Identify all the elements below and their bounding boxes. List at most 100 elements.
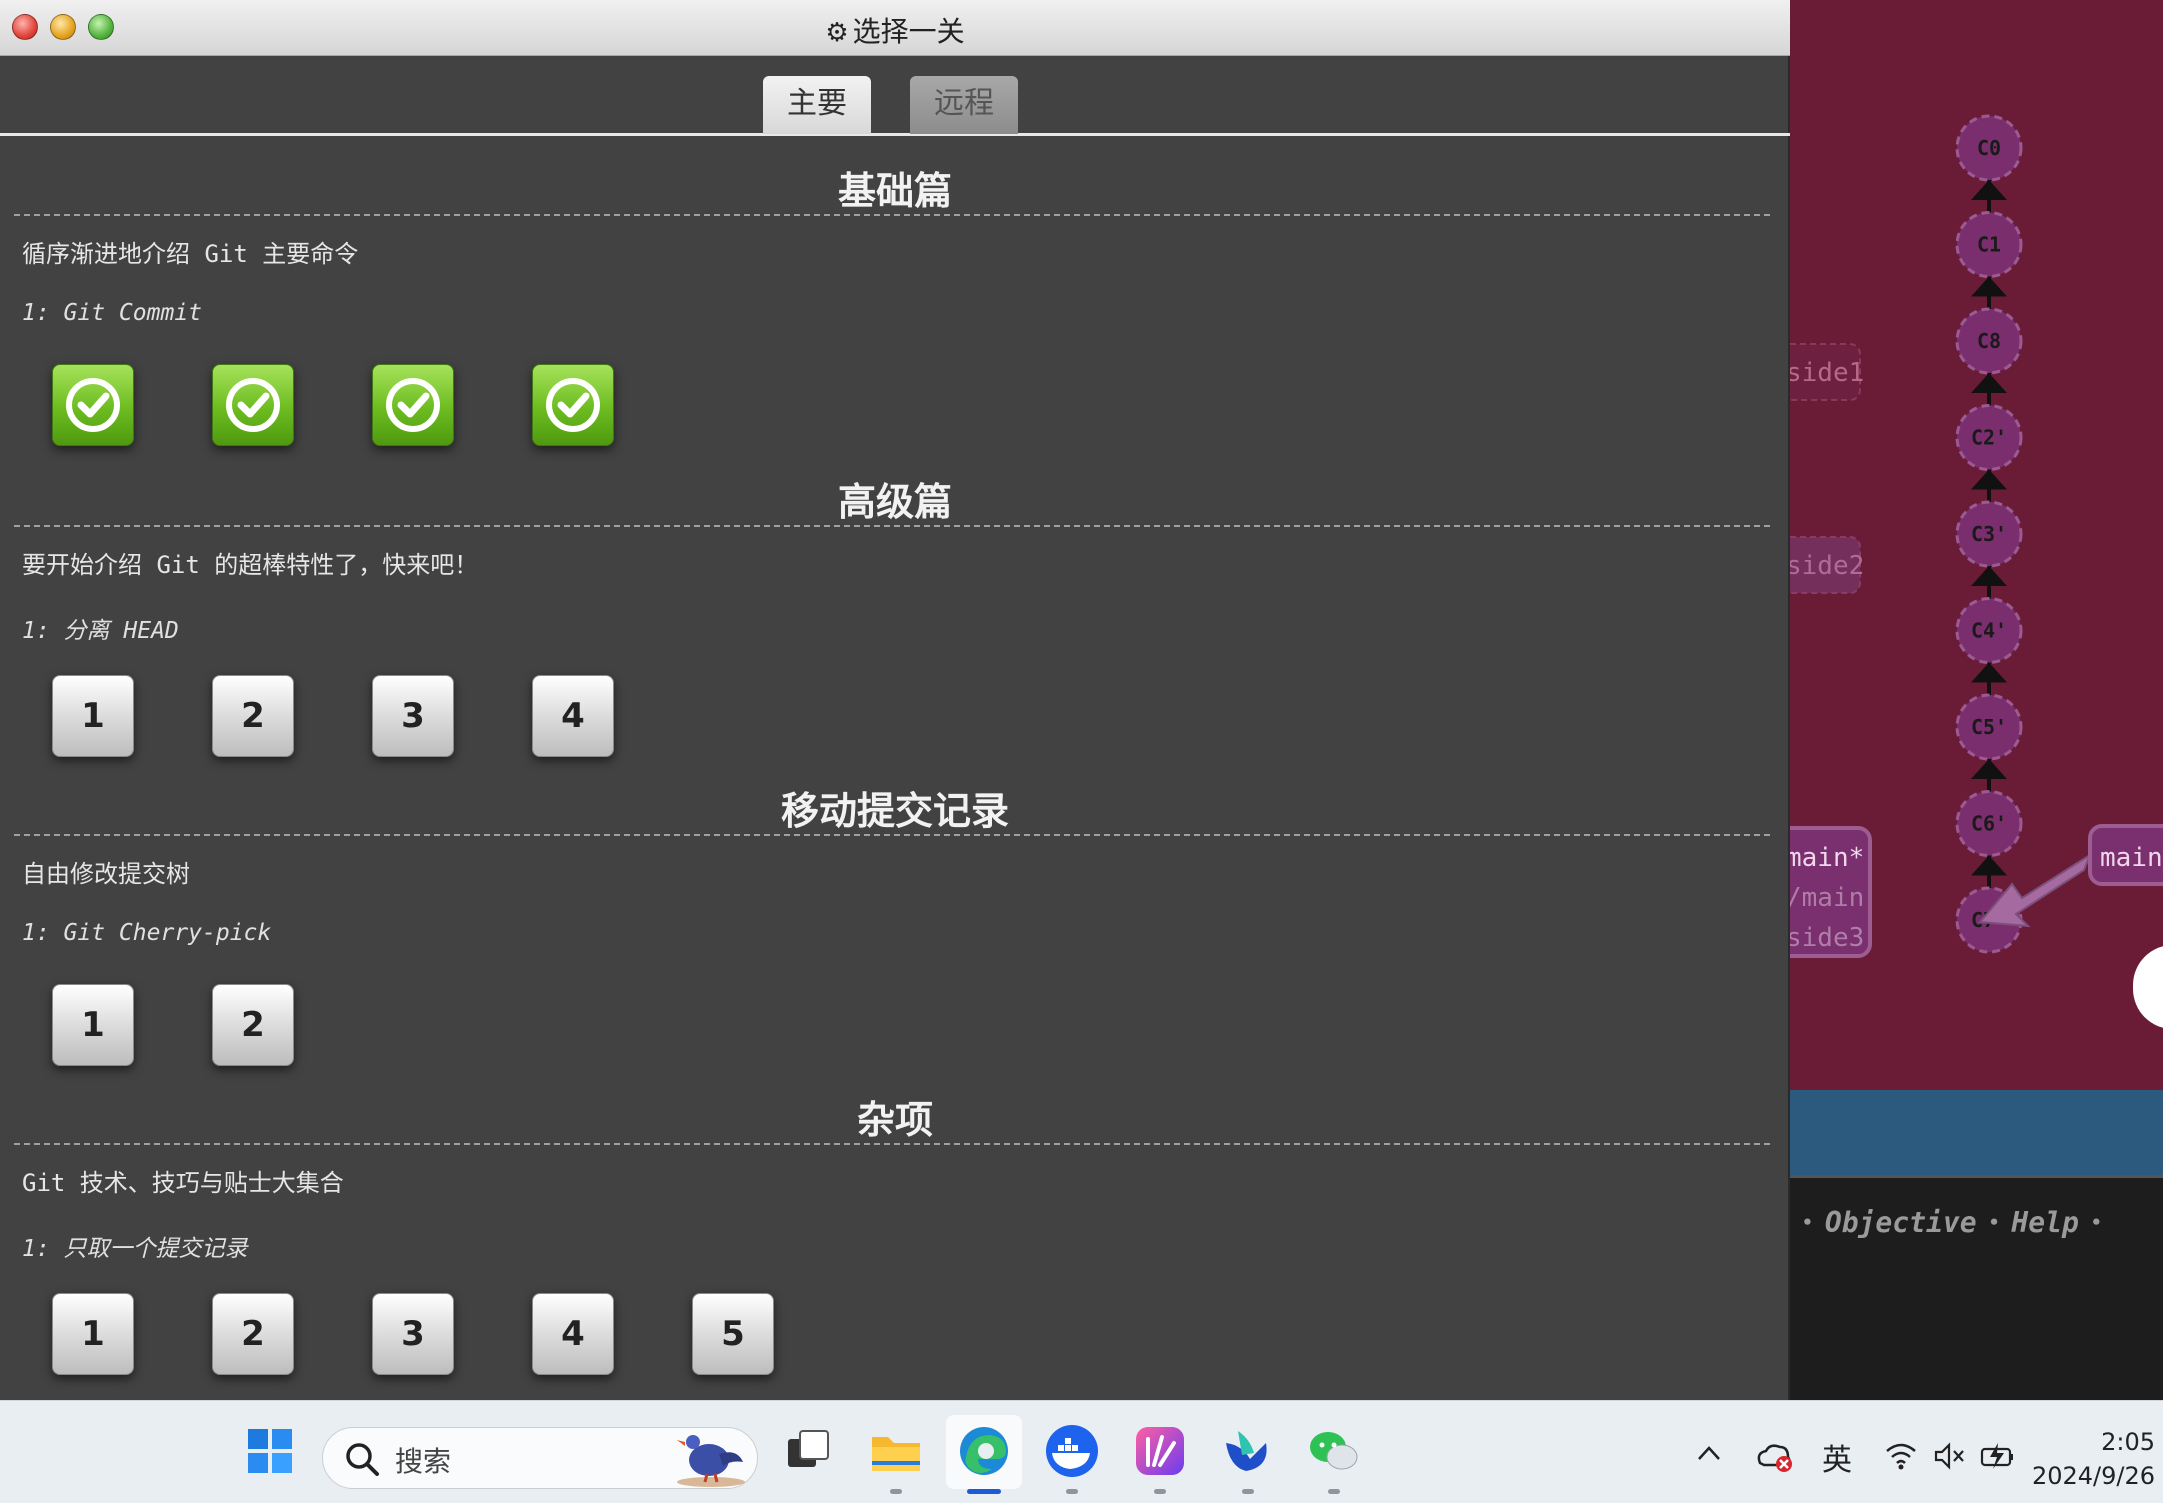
task-view-icon[interactable] xyxy=(780,1423,836,1479)
section-description: Git 技术、技巧与贴士大集合 xyxy=(22,1169,344,1197)
objective-link[interactable]: Objective xyxy=(1825,1206,1977,1239)
level-button-completed[interactable] xyxy=(52,364,134,446)
branch-tag-side3: side3 xyxy=(1790,923,1864,953)
section-divider xyxy=(14,525,1770,527)
battery-charging-icon[interactable] xyxy=(1980,1441,2016,1471)
level-button-5[interactable]: 5 xyxy=(692,1293,774,1375)
commit-arrow xyxy=(1971,373,2007,393)
section-description: 自由修改提交树 xyxy=(22,860,190,888)
commit-arrow xyxy=(1971,276,2007,297)
checkmark-icon xyxy=(546,378,600,432)
gear-icon: ⚙ xyxy=(825,18,849,48)
section-divider xyxy=(14,214,1770,216)
branch-tag-side2-label: side2 xyxy=(1790,551,1864,581)
commit-graph: C0C1C8C2'C3'C4'C5'C6'C7' side1 side2 mai… xyxy=(1790,114,2163,958)
commit-arrow xyxy=(1971,855,2007,876)
chevron-up-icon[interactable] xyxy=(1696,1443,1722,1463)
checkmark-icon xyxy=(386,378,440,432)
level-select-window: ⚙ 选择一关 主要 远程 基础篇循序渐进地介绍 Git 主要命令 1: Git Co… xyxy=(0,0,1790,1400)
level-button-3[interactable]: 3 xyxy=(372,675,454,757)
visualization-footer xyxy=(1790,1090,2163,1178)
separator-dot: • xyxy=(2090,1212,2102,1233)
separator-dot: • xyxy=(1988,1212,2000,1233)
section-description: 循序渐进地介绍 Git 主要命令 xyxy=(22,240,359,268)
tab-main[interactable]: 主要 xyxy=(763,76,871,134)
taskbar: 搜索 英 2:05 2024/9/26 xyxy=(0,1400,2163,1503)
taskbar-indicator xyxy=(1154,1489,1166,1494)
commit-arrow xyxy=(1971,759,2007,779)
feishu-icon[interactable] xyxy=(1220,1423,1276,1479)
commit-arrow xyxy=(1971,180,2007,200)
section-title: 基础篇 xyxy=(837,168,952,213)
branch-tag-main-label: main xyxy=(2100,843,2163,873)
taskbar-indicator-active xyxy=(967,1489,1001,1494)
command-links: • Objective • Help • xyxy=(1790,1206,2114,1239)
search-icon xyxy=(346,1443,379,1476)
level-button-1[interactable]: 1 xyxy=(52,1293,134,1375)
level-button-1[interactable]: 1 xyxy=(52,675,134,757)
taskbar-indicator xyxy=(1328,1489,1340,1494)
section-subtitle: 1: 只取一个提交记录 xyxy=(22,1236,248,1262)
commit-label: C1 xyxy=(1977,233,2001,257)
separator-dot: • xyxy=(1802,1212,1813,1233)
window-title-wrap: ⚙ 选择一关 xyxy=(0,10,1790,50)
taskbar-indicator xyxy=(1066,1489,1078,1494)
section-title: 移动提交记录 xyxy=(780,788,1009,833)
search-placeholder: 搜索 xyxy=(395,1445,452,1478)
level-button-2[interactable]: 2 xyxy=(212,675,294,757)
section-title: 高级篇 xyxy=(837,479,952,524)
commit-label: C3' xyxy=(1971,522,2007,546)
wechat-icon[interactable] xyxy=(1306,1423,1362,1479)
level-button-4[interactable]: 4 xyxy=(532,675,614,757)
section-subtitle: 1: Git Commit xyxy=(22,300,203,326)
level-button-completed[interactable] xyxy=(212,364,294,446)
commit-label: C8 xyxy=(1977,329,2001,353)
checkmark-icon xyxy=(226,378,280,432)
level-button-completed[interactable] xyxy=(372,364,454,446)
git-visualization: C0C1C8C2'C3'C4'C5'C6'C7' side1 side2 mai… xyxy=(1790,0,2163,1090)
commit-arrow xyxy=(1971,662,2007,683)
notes-app-icon[interactable] xyxy=(1132,1423,1188,1479)
level-button-3[interactable]: 3 xyxy=(372,1293,454,1375)
onedrive-error-icon[interactable] xyxy=(1754,1439,1794,1473)
system-clock[interactable]: 2:05 2024/9/26 xyxy=(2032,1425,2155,1493)
level-button-1[interactable]: 1 xyxy=(52,984,134,1066)
commit-label: C2' xyxy=(1971,426,2007,450)
branch-tag-side1-label: side1 xyxy=(1790,358,1864,388)
commit-arrow xyxy=(1971,469,2007,490)
window-title: 选择一关 xyxy=(852,15,965,48)
edge-browser-icon[interactable] xyxy=(956,1423,1012,1479)
wifi-icon[interactable] xyxy=(1884,1441,1918,1471)
commit-label: C6' xyxy=(1971,812,2007,836)
file-explorer-icon[interactable] xyxy=(868,1423,924,1479)
level-button-2[interactable]: 2 xyxy=(212,984,294,1066)
branch-tag-origin-main: /main xyxy=(1790,883,1864,913)
commit-label: C4' xyxy=(1971,619,2007,643)
window-titlebar: ⚙ 选择一关 xyxy=(0,0,1790,56)
windows-start-icon[interactable] xyxy=(242,1423,298,1479)
commit-label: C0 xyxy=(1977,136,2001,160)
level-button-2[interactable]: 2 xyxy=(212,1293,294,1375)
commit-arrow xyxy=(1971,566,2007,586)
section-divider xyxy=(14,1143,1770,1145)
taskbar-indicator xyxy=(1242,1489,1254,1494)
branch-tag-main-star: main* xyxy=(1790,843,1864,873)
commit-label: C5' xyxy=(1971,715,2007,739)
help-link[interactable]: Help xyxy=(2011,1206,2078,1239)
section-divider xyxy=(14,834,1770,836)
section-subtitle: 1: Git Cherry-pick xyxy=(22,920,272,946)
level-button-4[interactable]: 4 xyxy=(532,1293,614,1375)
ime-indicator[interactable]: 英 xyxy=(1822,1435,1852,1479)
tab-bar: 主要 远程 xyxy=(0,56,1790,136)
taskbar-indicator xyxy=(890,1489,902,1494)
docker-icon[interactable] xyxy=(1044,1423,1100,1479)
search-highlight-bird-icon xyxy=(677,1435,745,1487)
section-subtitle: 1: 分离 HEAD xyxy=(22,618,179,644)
section-description: 要开始介绍 Git 的超棒特性了，快来吧！ xyxy=(22,551,479,579)
taskbar-search[interactable]: 搜索 xyxy=(322,1427,758,1489)
clock-date: 2024/9/26 xyxy=(2031,1462,2155,1490)
checkmark-icon xyxy=(66,378,120,432)
volume-muted-icon[interactable] xyxy=(1932,1441,1966,1471)
tab-remote[interactable]: 远程 xyxy=(910,76,1018,134)
level-button-completed[interactable] xyxy=(532,364,614,446)
